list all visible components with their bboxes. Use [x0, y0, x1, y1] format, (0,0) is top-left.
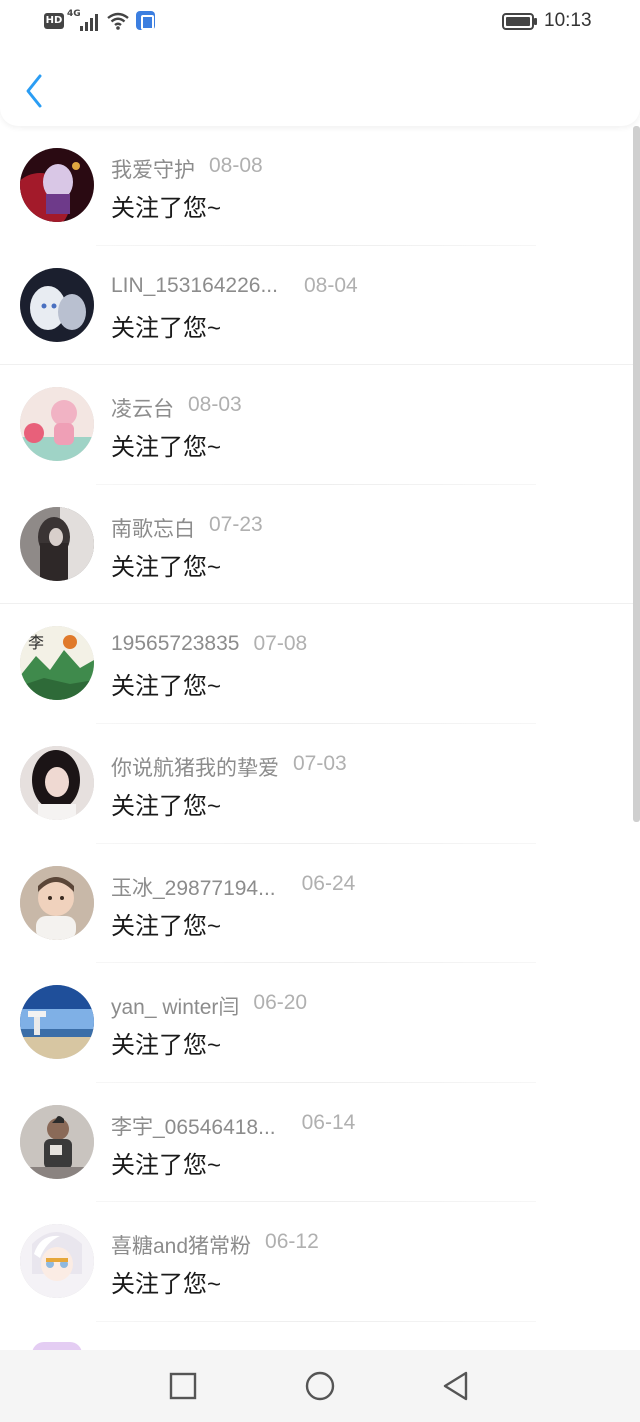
divider	[96, 1320, 536, 1322]
system-nav-bar	[0, 1350, 640, 1422]
avatar[interactable]	[20, 1224, 94, 1299]
follow-message: 关注了您~	[111, 195, 222, 222]
avatar[interactable]	[20, 745, 94, 820]
follow-message: 关注了您~	[111, 912, 222, 940]
user-name: 你说航猪我的挚爱	[111, 756, 279, 780]
user-name: 喜糖and猪常粉	[111, 1235, 252, 1259]
item-meta: 凌云台 08-03	[111, 393, 242, 423]
wifi-icon	[107, 12, 129, 30]
item-meta: 玉冰_29877194... 06-24	[111, 872, 355, 902]
list-item[interactable]: yan_ winter闫 06-20 关注了您~	[0, 963, 640, 1083]
avatar[interactable]	[20, 387, 94, 462]
list-item[interactable]: LIN_153164226... 08-04 关注了您~	[0, 246, 640, 366]
avatar[interactable]	[20, 1104, 94, 1179]
follow-message: 关注了您~	[111, 792, 222, 820]
follow-date: 08-03	[188, 393, 242, 417]
follow-date: 07-03	[293, 751, 347, 775]
avatar[interactable]	[20, 865, 94, 940]
avatar[interactable]	[20, 267, 94, 342]
follow-message: 关注了您~	[111, 1151, 222, 1179]
signal-icon	[80, 14, 98, 31]
avatar[interactable]	[20, 985, 94, 1060]
follow-date: 06-24	[301, 871, 356, 895]
follow-date: 06-20	[253, 991, 308, 1015]
item-meta: 李宇_06546418... 06-14	[111, 1111, 355, 1141]
svg-text:李: 李	[28, 633, 44, 652]
user-name: 我爱守护	[111, 159, 195, 182]
recents-square-icon[interactable]	[167, 1370, 199, 1402]
back-triangle-icon[interactable]	[440, 1370, 472, 1402]
list-item[interactable]: 李 19565723835 07-08 关注了您~	[0, 604, 640, 724]
list-item[interactable]: 喜糖and猪常粉 06-12 关注了您~	[0, 1202, 640, 1322]
status-time: 10:13	[544, 10, 592, 31]
list-item[interactable]: 玉冰_29877194... 06-24 关注了您~	[0, 844, 640, 964]
user-name: 19565723835	[111, 632, 240, 656]
avatar[interactable]: 李	[20, 626, 94, 701]
item-meta: 19565723835 07-08	[111, 632, 307, 662]
list-item[interactable]: 凌云台 08-03 关注了您~	[0, 365, 640, 485]
item-meta: 南歌忘白 07-23	[111, 513, 263, 543]
follow-date: 08-08	[209, 154, 263, 177]
follow-date: 07-08	[253, 632, 308, 656]
user-name: 玉冰_29877194...	[111, 876, 276, 900]
top-bar: HD 4G 10:13	[0, 0, 640, 126]
avatar[interactable]	[20, 148, 94, 222]
item-meta: yan_ winter闫 06-20	[111, 991, 307, 1021]
user-name: yan_ winter闫	[111, 996, 240, 1020]
follow-date: 06-14	[301, 1110, 356, 1134]
follower-list: 我爱守护 08-08 关注了您~ LIN_153164226... 08-04 关注…	[0, 126, 640, 1322]
item-meta: 我爱守护 08-08	[111, 154, 263, 184]
follow-message: 关注了您~	[111, 553, 222, 581]
item-meta: 喜糖and猪常粉 06-12	[111, 1230, 319, 1260]
list-item[interactable]: 李宇_06546418... 06-14 关注了您~	[0, 1083, 640, 1203]
list-item[interactable]: 你说航猪我的挚爱 07-03 关注了您~	[0, 724, 640, 844]
screen: HD 4G 10:13 我爱守护 08-08 关注了您~ LIN_1531642…	[0, 0, 640, 1422]
follow-date: 06-12	[265, 1230, 319, 1254]
home-circle-icon[interactable]	[304, 1370, 336, 1402]
chevron-left-icon[interactable]	[22, 72, 48, 110]
follow-date: 08-04	[303, 273, 358, 297]
hd-badge: HD	[44, 13, 64, 29]
user-name: 凌云台	[111, 398, 174, 422]
user-name: 南歌忘白	[111, 517, 195, 541]
list-item[interactable]: 我爱守护 08-08 关注了您~	[0, 126, 640, 246]
follow-message: 关注了您~	[111, 1032, 222, 1060]
follow-message: 关注了您~	[111, 434, 222, 462]
follow-message: 关注了您~	[111, 314, 222, 342]
avatar[interactable]	[20, 506, 94, 581]
follow-date: 07-23	[209, 512, 263, 536]
item-meta: LIN_153164226... 08-04	[111, 274, 358, 304]
status-bar: HD 4G 10:13	[0, 0, 640, 44]
list-item[interactable]: 南歌忘白 07-23 关注了您~	[0, 485, 640, 605]
user-name: LIN_153164226...	[111, 273, 278, 297]
follow-message: 关注了您~	[111, 673, 222, 701]
item-meta: 你说航猪我的挚爱 07-03	[111, 752, 347, 782]
notification-app-icon	[136, 11, 155, 30]
user-name: 李宇_06546418...	[111, 1115, 276, 1139]
follow-message: 关注了您~	[111, 1271, 222, 1299]
battery-icon	[502, 13, 537, 30]
scrollbar[interactable]	[633, 126, 640, 822]
